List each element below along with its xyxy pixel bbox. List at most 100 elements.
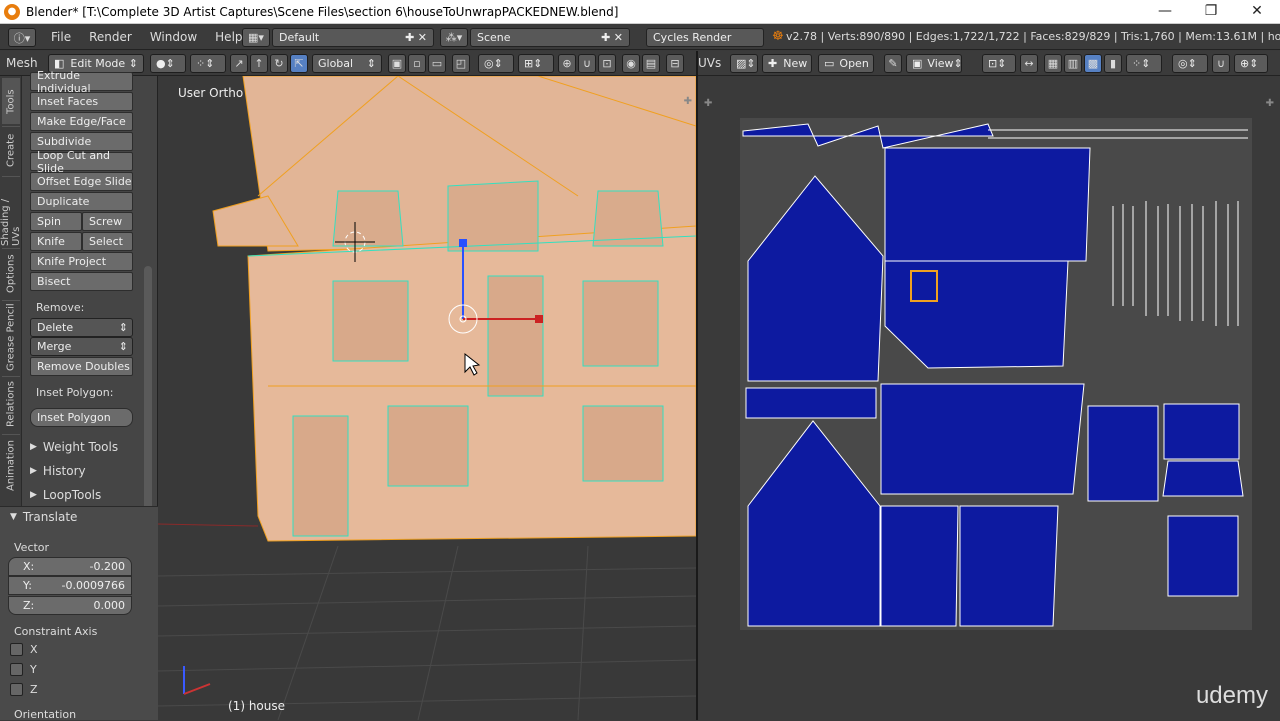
screw-button[interactable]: Screw [82,212,133,231]
uv-snap-icon[interactable]: ∪ [1212,54,1230,73]
pivot-point-select[interactable]: ⁘⇕ [190,54,226,73]
minimize-button[interactable]: — [1142,0,1188,24]
screen-selector[interactable]: Default ✚ ✕ [272,28,434,47]
knife-project-button[interactable]: Knife Project [30,252,133,271]
inset-polygon-button[interactable]: Inset Polygon [30,408,133,427]
history-label: History [42,464,86,478]
edge-select-icon[interactable]: ▭ [428,54,446,73]
render-engine-select[interactable]: Cycles Render [646,28,764,47]
menu-file[interactable]: File [42,30,80,44]
add-scene-icon[interactable]: ✚ ✕ [601,31,623,44]
tab-relations[interactable]: Relations [2,376,20,432]
tab-shading-uvs[interactable]: Shading / UVs [0,176,22,246]
layer-icon[interactable]: ▣ [388,54,406,73]
scale-manipulator-icon[interactable]: ⇱ [290,54,308,73]
menu-window[interactable]: Window [141,30,206,44]
3d-viewport[interactable]: User Ortho (1) house ✚ [158,76,696,720]
vector-x-field[interactable]: X: -0.200 [8,557,132,576]
viewport-shading-select[interactable]: ●⇕ [150,54,186,73]
duplicate-button[interactable]: Duplicate [30,192,133,211]
transform-orientation-select[interactable]: Global ⇕ [312,54,382,73]
camera-icon[interactable]: ▤ [642,54,660,73]
operator-title[interactable]: ▼ Translate [10,506,130,528]
view-label: View [927,57,954,70]
maximize-button[interactable]: ❐ [1188,0,1234,24]
proportional-edit-select[interactable]: ◎⇕ [478,54,514,73]
window-titlebar: ● Blender* [T:\Complete 3D Artist Captur… [0,0,1280,24]
snap-element-select[interactable]: ⊞⇕ [518,54,554,73]
tab-animation[interactable]: Animation [2,434,20,496]
x-axis-line [158,523,259,527]
snap-target-icon[interactable]: ⊡ [598,54,616,73]
screen-layout-icon[interactable]: ▦▾ [242,28,270,47]
tab-grease-pencil[interactable]: Grease Pencil [2,300,20,374]
uv-proportional-select[interactable]: ◎⇕ [1172,54,1208,73]
vertex-select-icon[interactable]: ▫ [408,54,426,73]
open-image-button[interactable]: ▭ Open [818,54,874,73]
pin-icon[interactable]: ✎ [884,54,902,73]
uv-edge-mode-icon[interactable]: ▥ [1064,54,1082,73]
render-icon[interactable]: ◉ [622,54,640,73]
uv-vertex-mode-icon[interactable]: ▦ [1044,54,1062,73]
add-screen-icon[interactable]: ✚ ✕ [405,31,427,44]
uv-snap-select[interactable]: ⊕⇕ [1234,54,1268,73]
uv-header: UVs ▨⇕ ✚ New ▭ Open ✎ ▣ View ⇕ ⊡⇕ ↔ ▦ ▥ ▩ ▮ … [698,51,1280,76]
constraint-x-checkbox[interactable] [10,643,23,656]
remove-doubles-button[interactable]: Remove Doubles [30,357,133,376]
panel-weight-tools[interactable]: ▶ Weight Tools [30,436,150,458]
make-edge-face-button[interactable]: Make Edge/Face [30,112,133,131]
x-label: X: [23,560,35,573]
overlay-icon[interactable]: ⊟ [666,54,684,73]
inset-faces-button[interactable]: Inset Faces [30,92,133,111]
mesh-menu[interactable]: Mesh [6,56,38,70]
rotate-manipulator-icon[interactable]: ↻ [270,54,288,73]
snap-icon[interactable]: ⊕ [558,54,576,73]
close-button[interactable]: ✕ [1234,0,1280,24]
uv-island-mode-icon[interactable]: ▮ [1104,54,1122,73]
properties-toggle-icon[interactable]: ✚ [684,96,692,107]
knife-button[interactable]: Knife [30,232,82,251]
editor-type-info-icon[interactable]: ⓘ▾ [8,28,36,47]
view-mode-select[interactable]: ▣ View ⇕ [906,54,963,73]
uv-sync-icon[interactable]: ↔ [1020,54,1038,73]
offset-edge-slide-button[interactable]: Offset Edge Slide [30,172,133,191]
uv-face-mode-icon[interactable]: ▩ [1084,54,1102,73]
vector-y-field[interactable]: Y: -0.0009766 [8,576,132,595]
image-browse-icon[interactable]: ▨⇕ [730,54,758,73]
panel-history[interactable]: ▶ History [30,460,150,482]
uv-editor[interactable]: ✚ ✚ [698,76,1280,720]
merge-dropdown[interactable]: Merge ⇕ [30,337,133,356]
new-image-button[interactable]: ✚ New [762,54,812,73]
scene-icon[interactable]: ⁂▾ [440,28,468,47]
tool-shelf: Tools Create Shading / UVs Options Greas… [0,69,158,721]
constraint-y-checkbox[interactable] [10,663,23,676]
plus-icon: ✚ [768,57,778,70]
uv-pivot-select[interactable]: ⊡⇕ [982,54,1016,73]
limit-selection-icon[interactable]: ◰ [452,54,470,73]
tab-tools[interactable]: Tools [2,78,20,124]
constraint-z-checkbox[interactable] [10,683,23,696]
weight-tools-label: Weight Tools [42,440,119,454]
delete-dropdown[interactable]: Delete ⇕ [30,318,133,337]
vector-z-field[interactable]: Z: 0.000 [8,596,132,615]
viewport-scene [158,76,696,720]
loop-cut-slide-button[interactable]: Loop Cut and Slide [30,149,133,175]
magnet-icon[interactable]: ∪ [578,54,596,73]
knife-select-button[interactable]: Select [82,232,133,251]
bisect-button[interactable]: Bisect [30,272,133,291]
extrude-individual-button[interactable]: Extrude Individual [30,69,133,95]
translate-manipulator-icon[interactable]: ↑ [250,54,268,73]
scene-name: Scene [477,31,511,44]
tab-options[interactable]: Options [2,248,20,298]
scene-selector[interactable]: Scene ✚ ✕ [470,28,630,47]
udemy-watermark: udemy [1195,682,1268,709]
manipulator-toggle-icon[interactable]: ↗ [230,54,248,73]
uvs-menu[interactable]: UVs [698,56,721,70]
uv-sticky-select[interactable]: ⁘⇕ [1126,54,1162,73]
panel-looptools[interactable]: ▶ LoopTools [30,484,150,506]
menu-render[interactable]: Render [80,30,141,44]
y-value: -0.0009766 [61,579,125,592]
uv-layout [740,118,1252,630]
tab-create[interactable]: Create [2,126,20,174]
spin-button[interactable]: Spin [30,212,82,231]
